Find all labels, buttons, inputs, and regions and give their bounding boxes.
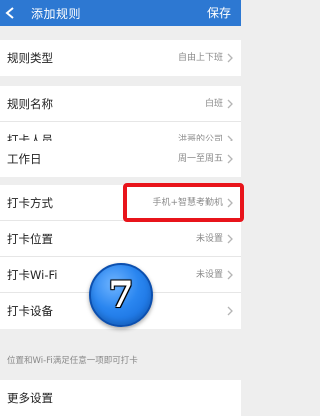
rule-type-value: 自由上下班 bbox=[177, 53, 223, 63]
step-number: 7 bbox=[108, 274, 134, 316]
back-arrow-icon[interactable] bbox=[5, 0, 19, 26]
more-settings-row[interactable]: 更多设置 bbox=[0, 380, 241, 416]
save-button[interactable]: 保存 bbox=[207, 0, 231, 26]
rule-type-row[interactable]: 规则类型 自由上下班 bbox=[0, 40, 241, 76]
rule-name-value: 白班 bbox=[204, 99, 223, 109]
chevron-right-icon bbox=[227, 293, 235, 329]
workdays-value: 周一至周五 bbox=[177, 154, 223, 164]
chevron-right-icon bbox=[227, 257, 235, 293]
location-value: 未设置 bbox=[195, 234, 223, 244]
step-number-badge: 7 bbox=[89, 263, 153, 327]
workdays-group: 工作日 周一至周五 bbox=[0, 141, 241, 177]
more-settings-label: 更多设置 bbox=[7, 391, 53, 405]
workdays-row[interactable]: 工作日 周一至周五 bbox=[0, 141, 241, 177]
app-header: 添加规则 保存 bbox=[0, 0, 241, 26]
method-label: 打卡方式 bbox=[7, 196, 53, 210]
location-label: 打卡位置 bbox=[7, 232, 53, 246]
rule-name-label: 规则名称 bbox=[7, 97, 53, 111]
chevron-right-icon bbox=[227, 40, 235, 76]
location-wifi-hint: 位置和Wi-Fi满足任意一项即可打卡 bbox=[7, 356, 138, 366]
device-label: 打卡设备 bbox=[7, 304, 53, 318]
rule-type-group: 规则类型 自由上下班 bbox=[0, 40, 241, 76]
location-row[interactable]: 打卡位置 未设置 bbox=[0, 221, 241, 257]
highlight-box bbox=[123, 183, 244, 222]
wifi-value: 未设置 bbox=[195, 270, 223, 280]
wifi-label: 打卡Wi-Fi bbox=[7, 268, 58, 282]
rule-name-row[interactable]: 规则名称 白班 bbox=[0, 86, 241, 122]
page-title: 添加规则 bbox=[31, 6, 82, 21]
rule-type-label: 规则类型 bbox=[7, 51, 53, 65]
workdays-label: 工作日 bbox=[7, 152, 42, 166]
chevron-right-icon bbox=[227, 221, 235, 257]
chevron-right-icon bbox=[227, 86, 235, 122]
chevron-right-icon bbox=[227, 141, 235, 177]
more-settings-group: 更多设置 bbox=[0, 380, 241, 416]
